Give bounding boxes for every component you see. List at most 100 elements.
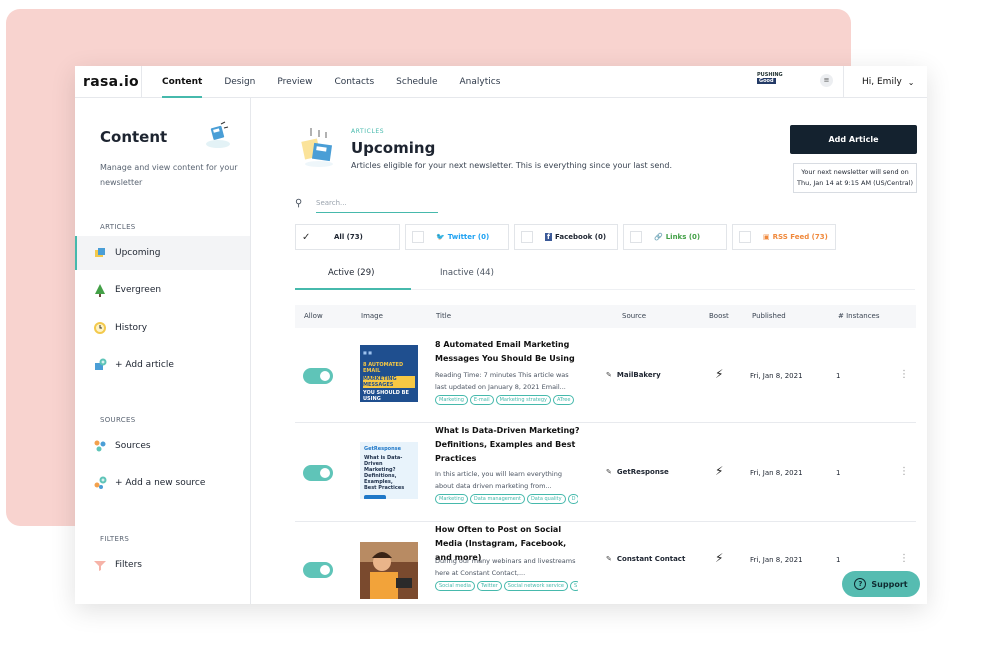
source-name[interactable]: MailBakery (617, 371, 661, 379)
thumb-kicker: ■ ■ (363, 350, 372, 355)
thumb-line: Definitions, Examples, (364, 473, 397, 485)
tag[interactable]: Data management (469, 494, 525, 504)
article-title[interactable]: 8 Automated Email Marketing Messages You… (435, 338, 585, 366)
tag[interactable]: E-mail (469, 395, 494, 405)
more-options-icon[interactable]: ⋮ (899, 466, 909, 477)
tag[interactable]: Data quality (526, 494, 566, 504)
tag[interactable]: Social network service (503, 581, 568, 591)
channel-facebook[interactable]: f Facebook (0) (514, 224, 618, 250)
sidebar-item-label: Evergreen (115, 285, 162, 295)
nav-schedule[interactable]: Schedule (396, 66, 437, 98)
edit-icon[interactable]: ✎ (606, 371, 612, 379)
edit-icon[interactable]: ✎ (606, 555, 612, 563)
tab-inactive[interactable]: Inactive (44) (440, 268, 494, 278)
tag[interactable]: Twitter (477, 581, 502, 591)
tag[interactable]: Marketing (435, 494, 468, 504)
tag[interactable]: D (567, 494, 578, 504)
sidebar-item-history[interactable]: History (75, 311, 250, 345)
next-send-line-2: Thu, Jan 14 at 9:15 AM (US/Central) (797, 179, 913, 187)
search-input[interactable] (316, 194, 438, 213)
allow-toggle[interactable] (303, 368, 333, 384)
next-send-note: Your next newsletter will send on Thu, J… (793, 163, 917, 193)
table-row: ■ ■ 8 AUTOMATED EMAIL MARKETING MESSAGES… (295, 331, 916, 423)
channel-checkbox[interactable] (739, 231, 751, 243)
published-date: Fri, Jan 8, 2021 (750, 372, 803, 380)
channel-checkbox[interactable] (412, 231, 424, 243)
sidebar-item-label: History (115, 323, 148, 333)
nav-content[interactable]: Content (162, 66, 203, 98)
sidebar-item-filters[interactable]: Filters (75, 548, 250, 582)
channel-checkbox[interactable] (630, 231, 642, 243)
sidebar-item-add-article[interactable]: + Add article (75, 348, 250, 382)
content-illustration-icon (206, 121, 230, 148)
tag[interactable]: ATree (552, 395, 575, 405)
support-button[interactable]: ? Support (842, 571, 920, 597)
more-options-icon[interactable]: ⋮ (899, 553, 909, 564)
user-menu[interactable]: Hi, Emily ⌄ (843, 66, 927, 98)
facebook-icon: f (545, 233, 553, 241)
article-source: ✎ GetResponse (606, 468, 669, 476)
tab-active[interactable]: Active (29) (328, 268, 374, 278)
instances-count: 1 (836, 372, 841, 380)
article-title[interactable]: What Is Data-Driven Marketing? Definitio… (435, 424, 585, 466)
sources-icon (93, 439, 107, 453)
tag[interactable]: Marketing (435, 395, 468, 405)
channel-twitter[interactable]: 🐦 Twitter (0) (405, 224, 509, 250)
channel-all[interactable]: ✓ All (73) (295, 224, 400, 250)
brand-logo[interactable]: PUSHING Good (757, 72, 797, 91)
add-article-icon (93, 358, 107, 372)
col-instances: # Instances (838, 312, 880, 320)
history-icon (93, 321, 107, 335)
sidebar-item-label: Upcoming (115, 248, 161, 258)
brand-line-2: Good (757, 78, 776, 84)
boost-icon[interactable]: ⚡ (715, 367, 723, 381)
active-tab-indicator (295, 288, 411, 290)
rasa-logo[interactable]: rasa.io (75, 66, 142, 98)
tag[interactable]: S (569, 581, 578, 591)
col-source: Source (622, 312, 647, 320)
tag[interactable]: Social media (435, 581, 475, 591)
sidebar-item-add-source[interactable]: + Add a new source (75, 466, 250, 500)
nav-design[interactable]: Design (224, 66, 255, 98)
filter-icon (93, 558, 107, 572)
article-thumbnail-photo (360, 542, 418, 599)
source-name[interactable]: GetResponse (617, 468, 669, 476)
channel-links[interactable]: 🔗 Links (0) (623, 224, 727, 250)
sidebar: Content Manage and view content for your… (75, 98, 251, 604)
channel-label: Facebook (0) (555, 233, 607, 241)
nav-analytics[interactable]: Analytics (460, 66, 501, 98)
sidebar-description: Manage and view content for your newslet… (100, 163, 238, 187)
link-icon: 🔗 (654, 233, 663, 241)
allow-toggle[interactable] (303, 562, 333, 578)
section-filters: FILTERS (100, 535, 130, 543)
add-article-button[interactable]: Add Article (790, 125, 917, 154)
article-description: In this article, you will learn everythi… (435, 470, 562, 490)
boost-icon[interactable]: ⚡ (715, 551, 723, 565)
twitter-icon: 🐦 (436, 233, 445, 241)
tree-icon (93, 283, 107, 297)
col-title: Title (436, 312, 452, 320)
sidebar-item-label: Sources (115, 441, 151, 451)
sidebar-item-upcoming[interactable]: Upcoming (75, 236, 250, 270)
edit-icon[interactable]: ✎ (606, 468, 612, 476)
sidebar-item-sources[interactable]: Sources (75, 429, 250, 463)
nav-contacts[interactable]: Contacts (334, 66, 374, 98)
table-row: GetResponse What is Data-Driven Marketin… (295, 424, 916, 522)
thumb-line: MARKETING MESSAGES (363, 376, 415, 388)
tag[interactable]: Marketing strategy (495, 395, 551, 405)
channel-rss[interactable]: ▣ RSS Feed (73) (732, 224, 836, 250)
article-description: During our many webinars and livestreams… (435, 557, 576, 577)
sidebar-item-evergreen[interactable]: Evergreen (75, 273, 250, 307)
allow-toggle[interactable] (303, 465, 333, 481)
page-title: Upcoming (351, 139, 436, 157)
nav-preview[interactable]: Preview (277, 66, 312, 98)
articles-illustration-icon (301, 128, 333, 167)
channel-checkbox[interactable] (521, 231, 533, 243)
source-name[interactable]: Constant Contact (617, 555, 685, 563)
menu-dots-icon[interactable]: ≡ (820, 74, 833, 87)
channel-label: Twitter (0) (447, 233, 490, 241)
next-send-line-1: Your next newsletter will send on (801, 168, 909, 176)
more-options-icon[interactable]: ⋮ (899, 369, 909, 380)
rss-icon: ▣ (763, 233, 770, 241)
boost-icon[interactable]: ⚡ (715, 464, 723, 478)
